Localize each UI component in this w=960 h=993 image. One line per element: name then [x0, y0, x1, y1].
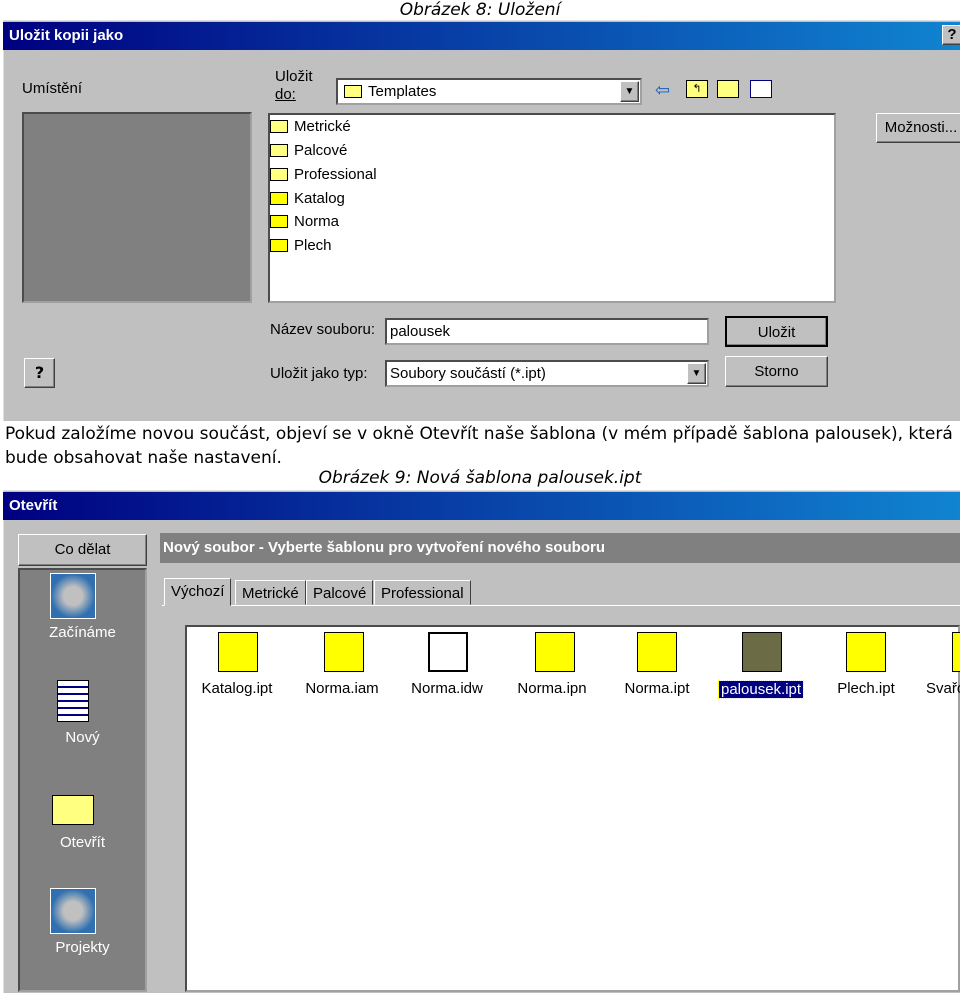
folder-name: Norma	[294, 213, 340, 230]
template-item[interactable]: Norma.ipt	[607, 680, 707, 697]
assembly-icon[interactable]	[324, 632, 364, 672]
template-item[interactable]: Norma.idw	[397, 680, 497, 697]
file-list	[268, 113, 836, 303]
folder-icon	[270, 215, 288, 228]
file-type-dropdown[interactable]: Soubory součástí (*.ipt) ▼	[385, 360, 709, 387]
sidebar-item-open[interactable]: Otevřít	[18, 834, 147, 851]
folder-item[interactable]: Professional	[270, 164, 377, 186]
projects-icon[interactable]	[50, 888, 96, 934]
chevron-down-icon[interactable]: ▼	[620, 81, 639, 102]
sidebar-item-new[interactable]: Nový	[18, 729, 147, 746]
folder-item[interactable]: Norma	[270, 211, 339, 233]
template-item[interactable]: Norma.iam	[292, 680, 392, 697]
folder-icon	[270, 239, 288, 252]
save-dialog-title: Uložit kopii jako	[3, 22, 960, 50]
folder-item[interactable]: Plech	[270, 235, 332, 257]
folder-icon	[270, 120, 288, 133]
panel-header: Nový soubor - Vyberte šablonu pro vytvoř…	[160, 533, 960, 563]
template-item-selected[interactable]: palousek.ipt	[717, 680, 805, 699]
filename-input[interactable]: palousek	[385, 318, 709, 345]
part-icon[interactable]	[742, 632, 782, 672]
help-icon[interactable]: ?	[24, 358, 55, 388]
body-paragraph: Pokud založíme novou součást, objeví se …	[5, 424, 953, 468]
folder-name: Plech	[294, 237, 332, 254]
caption-figure-9: Obrázek 9: Nová šablona palousek.ipt	[318, 468, 642, 488]
template-item[interactable]: Norma.ipn	[502, 680, 602, 697]
folder-item[interactable]: Metrické	[270, 116, 351, 138]
template-item[interactable]: Katalog.ipt	[187, 680, 287, 697]
save-in-label: Uložit do:	[275, 68, 313, 104]
tab-default[interactable]: Výchozí	[164, 578, 232, 606]
save-button[interactable]: Uložit	[725, 316, 828, 347]
what-to-do-button[interactable]: Co dělat	[18, 534, 147, 566]
template-item[interactable]: Svařo	[926, 680, 960, 697]
open-dialog-title: Otevřít	[3, 492, 960, 520]
drawing-icon[interactable]	[428, 632, 468, 672]
presentation-icon[interactable]	[535, 632, 575, 672]
up-folder-icon[interactable]: ↰	[686, 80, 708, 98]
folder-icon	[270, 192, 288, 205]
weldment-icon[interactable]	[952, 632, 960, 672]
type-label: Uložit jako typ:	[270, 365, 368, 382]
caption-figure-8: Obrázek 8: Uložení	[399, 0, 561, 20]
open-folder-icon[interactable]	[52, 795, 94, 825]
location-label: Umístění	[22, 80, 83, 97]
template-item[interactable]: Plech.ipt	[816, 680, 916, 697]
new-folder-icon[interactable]	[717, 80, 739, 98]
part-icon[interactable]	[218, 632, 258, 672]
options-button[interactable]: Možnosti...	[876, 113, 960, 143]
folder-name: Katalog	[294, 190, 345, 207]
file-type-value: Soubory součástí (*.ipt)	[390, 365, 546, 382]
chevron-down-icon[interactable]: ▼	[687, 363, 706, 384]
tab-metric[interactable]: Metrické	[235, 580, 306, 605]
save-in-label-1: Uložit	[275, 68, 313, 85]
tab-professional[interactable]: Professional	[374, 580, 471, 605]
new-document-icon[interactable]	[57, 680, 89, 722]
tab-divider	[162, 605, 960, 606]
save-in-value: Templates	[368, 83, 437, 100]
folder-item[interactable]: Palcové	[270, 140, 347, 162]
part-icon[interactable]	[637, 632, 677, 672]
folder-name: Professional	[294, 166, 377, 183]
cancel-button[interactable]: Storno	[725, 356, 828, 387]
tab-inch[interactable]: Palcové	[306, 580, 374, 605]
folder-icon	[270, 144, 288, 157]
sidebar-item-projects[interactable]: Projekty	[18, 939, 147, 956]
folder-icon	[270, 168, 288, 181]
location-panel[interactable]	[22, 112, 252, 303]
folder-item[interactable]: Katalog	[270, 188, 345, 210]
sidebar-item-getting-started[interactable]: Začínáme	[18, 624, 147, 641]
back-icon[interactable]: ⇦	[655, 80, 670, 101]
view-menu-icon[interactable]	[750, 80, 772, 98]
folder-name: Palcové	[294, 142, 348, 159]
help-title-button[interactable]: ?	[942, 25, 960, 45]
getting-started-icon[interactable]	[50, 573, 96, 619]
folder-icon	[344, 85, 362, 98]
save-in-dropdown[interactable]: Templates ▼	[336, 78, 642, 105]
folder-name: Metrické	[294, 118, 351, 135]
filename-label: Název souboru:	[270, 321, 376, 338]
save-in-label-2: do:	[275, 86, 296, 103]
part-icon[interactable]	[846, 632, 886, 672]
